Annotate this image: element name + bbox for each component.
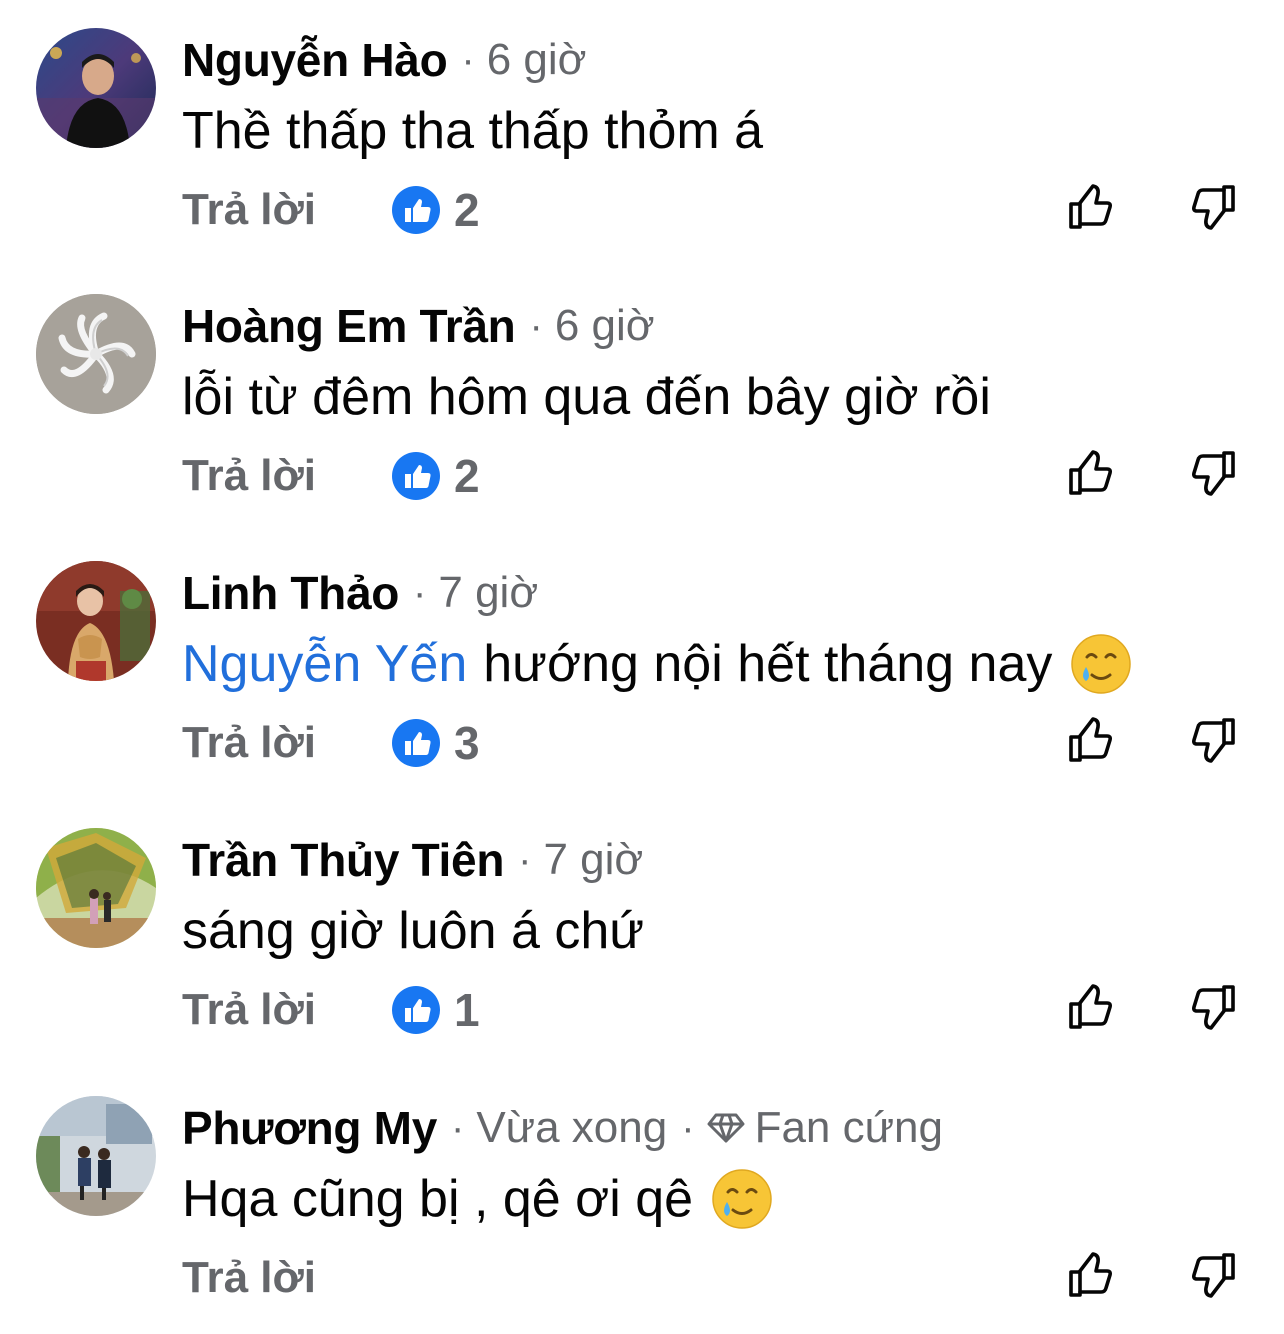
reaction-summary[interactable]: 2 bbox=[392, 178, 480, 242]
thumbs-up-icon[interactable] bbox=[1066, 448, 1116, 498]
timestamp[interactable]: Vừa xong bbox=[476, 1103, 667, 1153]
comment-text: sáng giờ luôn á chứ bbox=[182, 902, 645, 960]
avatar[interactable] bbox=[36, 1096, 156, 1216]
separator-dot: · bbox=[529, 303, 543, 348]
reply-button[interactable]: Trả lời bbox=[182, 185, 316, 235]
timestamp[interactable]: 6 giờ bbox=[555, 301, 655, 351]
reaction-summary[interactable]: 3 bbox=[392, 711, 480, 775]
author-name[interactable]: Linh Thảo bbox=[182, 566, 399, 620]
reaction-summary[interactable]: 1 bbox=[392, 978, 480, 1042]
comment-item: Linh Thảo · 7 giờ Nguyễn Yến hướng nội h… bbox=[0, 533, 1284, 799]
author-name[interactable]: Hoàng Em Trần bbox=[182, 299, 516, 353]
like-count: 2 bbox=[454, 184, 480, 236]
thumbs-down-icon[interactable] bbox=[1188, 715, 1238, 765]
timestamp[interactable]: 7 giờ bbox=[438, 568, 538, 618]
separator-dot: · bbox=[461, 37, 475, 82]
comment-item: Nguyễn Hào · 6 giờ Thề thấp tha thấp thỏ… bbox=[0, 0, 1284, 266]
thumbs-up-icon[interactable] bbox=[1066, 182, 1116, 232]
reaction-summary[interactable]: 2 bbox=[392, 444, 480, 508]
thumbs-down-icon[interactable] bbox=[1188, 1250, 1238, 1300]
smiling-face-with-tear-icon bbox=[1071, 634, 1132, 694]
reply-button[interactable]: Trả lời bbox=[182, 718, 316, 768]
comment-item: Phương My · Vừa xong · Fan cứng Hqa cũng… bbox=[0, 1068, 1284, 1334]
comment-text: Hqa cũng bị , qê ơi qê bbox=[182, 1170, 694, 1228]
separator-dot: · bbox=[518, 837, 532, 882]
comment-item: Trần Thủy Tiên · 7 giờ sáng giờ luôn á c… bbox=[0, 800, 1284, 1066]
reply-button[interactable]: Trả lời bbox=[182, 451, 316, 501]
like-badge-icon bbox=[392, 452, 440, 500]
thumbs-up-icon[interactable] bbox=[1066, 715, 1116, 765]
thumbs-down-icon[interactable] bbox=[1188, 182, 1238, 232]
reply-button[interactable]: Trả lời bbox=[182, 1253, 316, 1303]
avatar[interactable] bbox=[36, 828, 156, 948]
separator-dot: · bbox=[413, 570, 427, 615]
thumbs-down-icon[interactable] bbox=[1188, 448, 1238, 498]
comment-text: Thề thấp tha thấp thỏm á bbox=[182, 102, 764, 160]
author-name[interactable]: Trần Thủy Tiên bbox=[182, 833, 504, 887]
separator-dot: · bbox=[681, 1105, 695, 1150]
diamond-icon bbox=[707, 1113, 745, 1143]
thumbs-up-icon[interactable] bbox=[1066, 1250, 1116, 1300]
like-count: 2 bbox=[454, 450, 480, 502]
thumbs-down-icon[interactable] bbox=[1188, 982, 1238, 1032]
avatar[interactable] bbox=[36, 28, 156, 148]
separator-dot: · bbox=[450, 1105, 465, 1150]
author-name[interactable]: Nguyễn Hào bbox=[182, 33, 448, 87]
author-name[interactable]: Phương My bbox=[182, 1101, 437, 1155]
comment-text: lỗi từ đêm hôm qua đến bây giờ rồi bbox=[182, 368, 991, 426]
avatar[interactable] bbox=[36, 561, 156, 681]
comment-text: hướng nội hết tháng nay bbox=[483, 635, 1053, 693]
timestamp[interactable]: 7 giờ bbox=[543, 835, 643, 885]
thumbs-up-icon[interactable] bbox=[1066, 982, 1116, 1032]
timestamp[interactable]: 6 giờ bbox=[487, 35, 587, 85]
avatar[interactable] bbox=[36, 294, 156, 414]
smiling-face-with-tear-icon bbox=[712, 1169, 772, 1229]
like-badge-icon bbox=[392, 986, 440, 1034]
like-badge-icon bbox=[392, 186, 440, 234]
like-badge-icon bbox=[392, 719, 440, 767]
comment-item: Hoàng Em Trần · 6 giờ lỗi từ đêm hôm qua… bbox=[0, 266, 1284, 532]
top-fan-badge[interactable]: Fan cứng bbox=[755, 1103, 943, 1153]
like-count: 1 bbox=[454, 984, 480, 1036]
reply-button[interactable]: Trả lời bbox=[182, 985, 316, 1035]
like-count: 3 bbox=[454, 717, 480, 769]
mention-link[interactable]: Nguyễn Yến bbox=[182, 634, 467, 694]
